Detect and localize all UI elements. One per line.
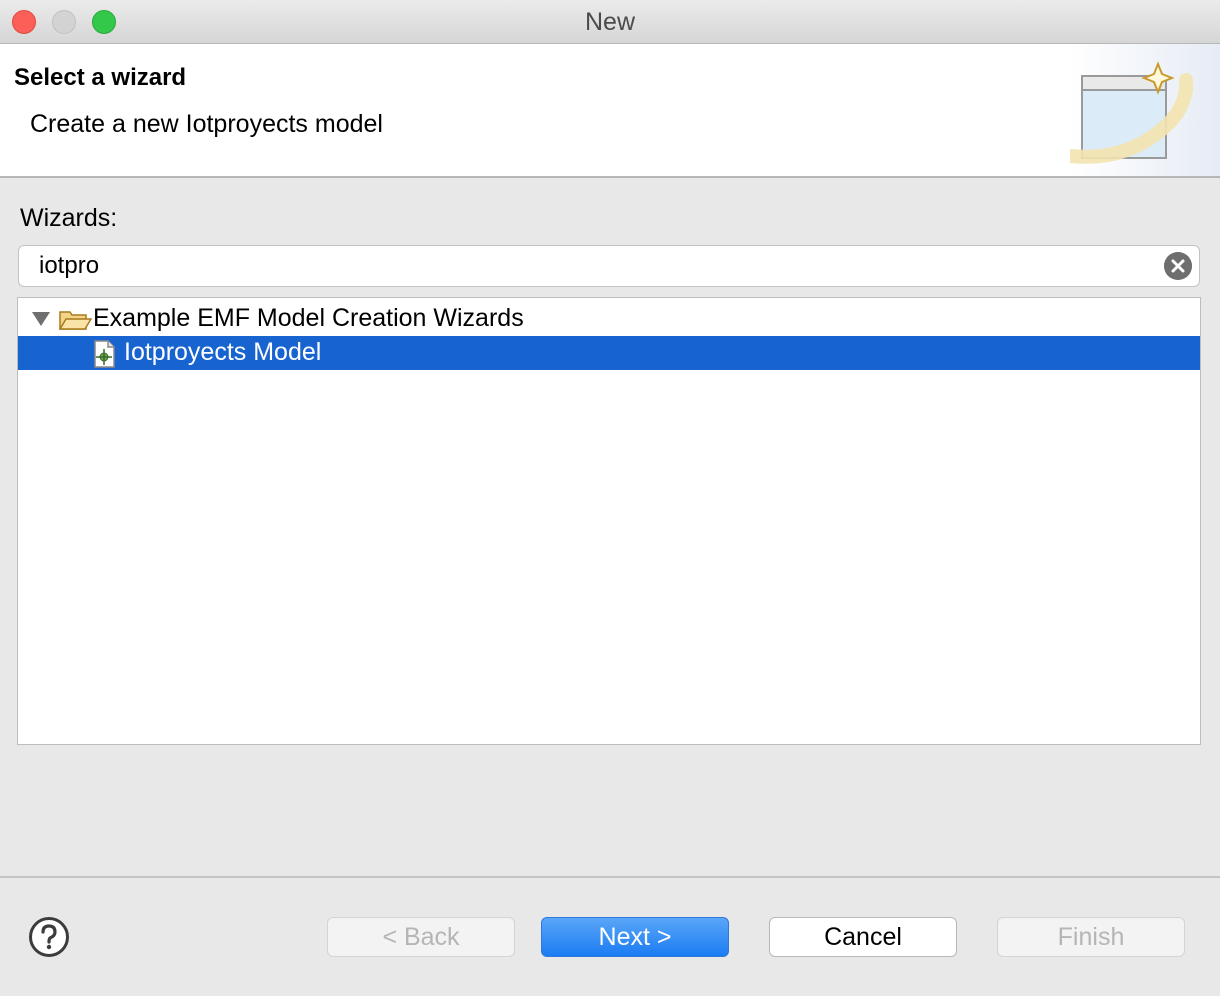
wizard-banner: Select a wizard Create a new Iotproyects…: [0, 44, 1220, 178]
title-bar[interactable]: New: [0, 0, 1220, 44]
clear-icon[interactable]: [1164, 252, 1192, 280]
back-button[interactable]: < Back: [327, 917, 515, 957]
footer-divider: [0, 876, 1220, 878]
cancel-button[interactable]: Cancel: [769, 917, 957, 957]
wizard-filter-input[interactable]: [39, 251, 1159, 281]
new-wizard-banner-icon: [1070, 44, 1220, 176]
tree-item-selected[interactable]: Iotproyects Model: [18, 336, 1200, 370]
next-button[interactable]: Next >: [541, 917, 729, 957]
page-title: Select a wizard: [14, 64, 187, 91]
new-wizard-dialog: New Select a wizard Create a new Iotproy…: [0, 0, 1220, 996]
help-icon[interactable]: [28, 916, 70, 958]
window-title: New: [584, 8, 635, 36]
emf-model-icon: [94, 340, 115, 368]
finish-button[interactable]: Finish: [997, 917, 1185, 957]
folder-open-icon: [58, 311, 92, 330]
tree-item-category[interactable]: Example EMF Model Creation Wizards: [18, 302, 1200, 336]
wizards-label: Wizards:: [20, 204, 118, 232]
page-description: Create a new Iotproyects model: [30, 110, 383, 138]
expand-triangle-icon[interactable]: [32, 312, 50, 326]
tree-item-label: Iotproyects Model: [124, 338, 322, 366]
wizard-filter-field[interactable]: [18, 245, 1200, 287]
wizard-tree[interactable]: Example EMF Model Creation Wizards Iotpr…: [17, 297, 1201, 745]
tree-item-label: Example EMF Model Creation Wizards: [93, 304, 524, 332]
